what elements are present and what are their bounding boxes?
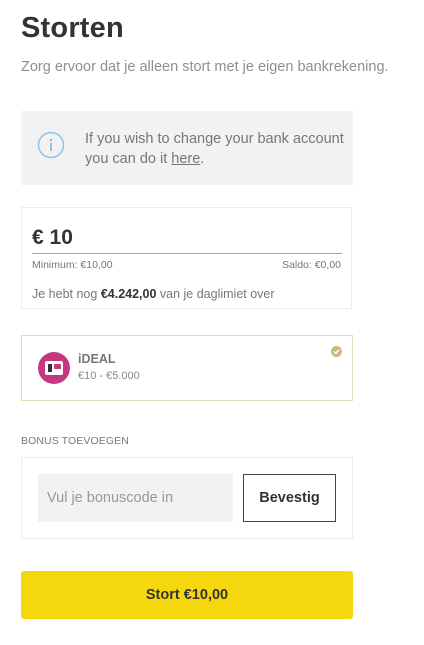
bonus-section-label: BONUS TOEVOEGEN xyxy=(21,435,129,447)
info-icon xyxy=(37,131,65,159)
bonus-code-input[interactable] xyxy=(38,474,233,522)
page-title: Storten xyxy=(21,12,124,44)
deposit-submit-button[interactable]: Stort €10,00 xyxy=(21,571,353,619)
ideal-logo-icon xyxy=(38,352,70,384)
page-subtitle: Zorg ervoor dat je alleen stort met je e… xyxy=(21,59,389,75)
check-icon xyxy=(331,346,342,357)
bank-info-notice: If you wish to change your bank account … xyxy=(21,111,353,185)
amount-input[interactable]: € 10 xyxy=(32,226,342,254)
confirm-bonus-button[interactable]: Bevestig xyxy=(243,474,336,522)
minimum-amount: Minimum: €10,00 xyxy=(32,259,113,271)
payment-method-name: iDEAL xyxy=(78,352,116,366)
payment-method-ideal[interactable]: iDEAL €10 - €5.000 xyxy=(21,335,353,401)
balance-amount: Saldo: €0,00 xyxy=(282,259,341,271)
bonus-panel: Bevestig xyxy=(21,457,353,539)
payment-method-range: €10 - €5.000 xyxy=(78,370,140,382)
daily-limit-text: Je hebt nog €4.242,00 van je daglimiet o… xyxy=(32,287,275,301)
change-bank-link[interactable]: here xyxy=(171,151,200,167)
daily-limit-value: €4.242,00 xyxy=(100,287,157,301)
amount-panel: € 10 Minimum: €10,00 Saldo: €0,00 Je heb… xyxy=(21,207,352,309)
info-text: If you wish to change your bank account … xyxy=(85,131,344,167)
